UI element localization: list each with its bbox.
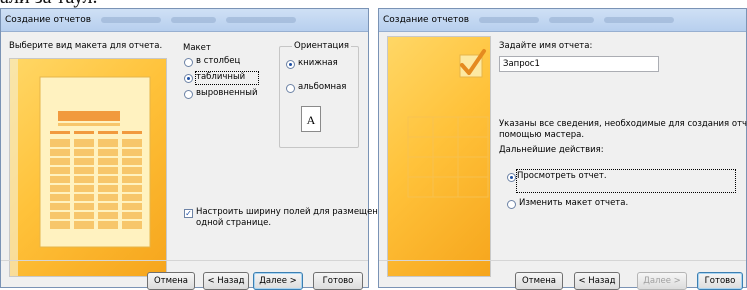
title-bar: Создание отчетов: [1, 9, 368, 32]
report-wizard-layout-dialog: Создание отчетов Выберите вид макета для…: [0, 8, 402, 290]
orientation-landscape-label[interactable]: альбомная: [298, 82, 346, 92]
layout-preview-image: [9, 58, 167, 277]
title-bar: Создание отчетов: [379, 9, 746, 32]
layout-justified-label[interactable]: выровненный: [196, 88, 257, 98]
finish-button[interactable]: Готово: [313, 272, 363, 290]
orientation-portrait-radio[interactable]: [286, 60, 295, 69]
next-button: Далее >: [637, 272, 687, 290]
fit-width-label-line2: одной странице.: [196, 218, 272, 228]
report-wizard-finish-dialog: Создание отчетов Задайте имя отчета: Зап…: [378, 8, 747, 290]
checkmark-illustration: [407, 49, 489, 198]
layout-tabular-label[interactable]: табличный: [195, 71, 259, 85]
preview-report-label[interactable]: Просмотреть отчет.: [516, 169, 736, 193]
wizard-info-line1: Указаны все сведения, необходимые для со…: [499, 119, 747, 129]
layout-prompt: Выберите вид макета для отчета.: [9, 41, 163, 51]
layout-columnar-label[interactable]: в столбец: [196, 56, 240, 66]
button-separator: [379, 260, 746, 261]
cancel-button[interactable]: Отмена: [515, 272, 563, 290]
report-name-prompt: Задайте имя отчета:: [499, 41, 593, 51]
layout-justified-radio[interactable]: [184, 90, 193, 99]
dialog-client: Выберите вид макета для отчета. Макет в …: [1, 32, 402, 290]
orientation-landscape-radio[interactable]: [286, 84, 295, 93]
modify-layout-label[interactable]: Изменить макет отчета.: [519, 198, 628, 208]
window-title: Создание отчетов: [383, 15, 470, 25]
next-button[interactable]: Далее >: [253, 272, 303, 290]
page-orientation-icon: A: [301, 106, 321, 132]
report-preview-illustration: [10, 59, 151, 276]
back-button[interactable]: < Назад: [574, 272, 620, 290]
back-button[interactable]: < Назад: [203, 272, 249, 290]
fit-width-label[interactable]: Настроить ширину полей для размещения на…: [196, 207, 402, 229]
report-name-input[interactable]: Запрос1: [499, 56, 659, 72]
layout-tabular-radio[interactable]: [184, 74, 193, 83]
finish-button[interactable]: Готово: [697, 272, 743, 290]
fit-width-checkbox[interactable]: ✓: [184, 209, 193, 218]
orientation-portrait-label[interactable]: книжная: [298, 58, 338, 68]
fit-width-label-line1: Настроить ширину полей для размещения на: [196, 207, 402, 217]
layout-group-legend: Макет: [183, 43, 211, 53]
window-title: Создание отчетов: [5, 15, 92, 25]
preview-report-radio[interactable]: [507, 173, 516, 182]
modify-layout-radio[interactable]: [507, 200, 516, 209]
next-actions-label: Дальнейшие действия:: [499, 145, 604, 155]
cancel-button[interactable]: Отмена: [147, 272, 195, 290]
layout-columnar-radio[interactable]: [184, 58, 193, 67]
dialog-client: Задайте имя отчета: Запрос1 Указаны все …: [379, 32, 747, 290]
orientation-group-legend: Ориентация: [292, 41, 351, 51]
wizard-info-line2: помощью мастера.: [499, 130, 585, 140]
wizard-info-text: Указаны все сведения, необходимые для со…: [499, 119, 747, 141]
wizard-finish-image: [387, 36, 491, 277]
button-separator: [1, 260, 368, 261]
